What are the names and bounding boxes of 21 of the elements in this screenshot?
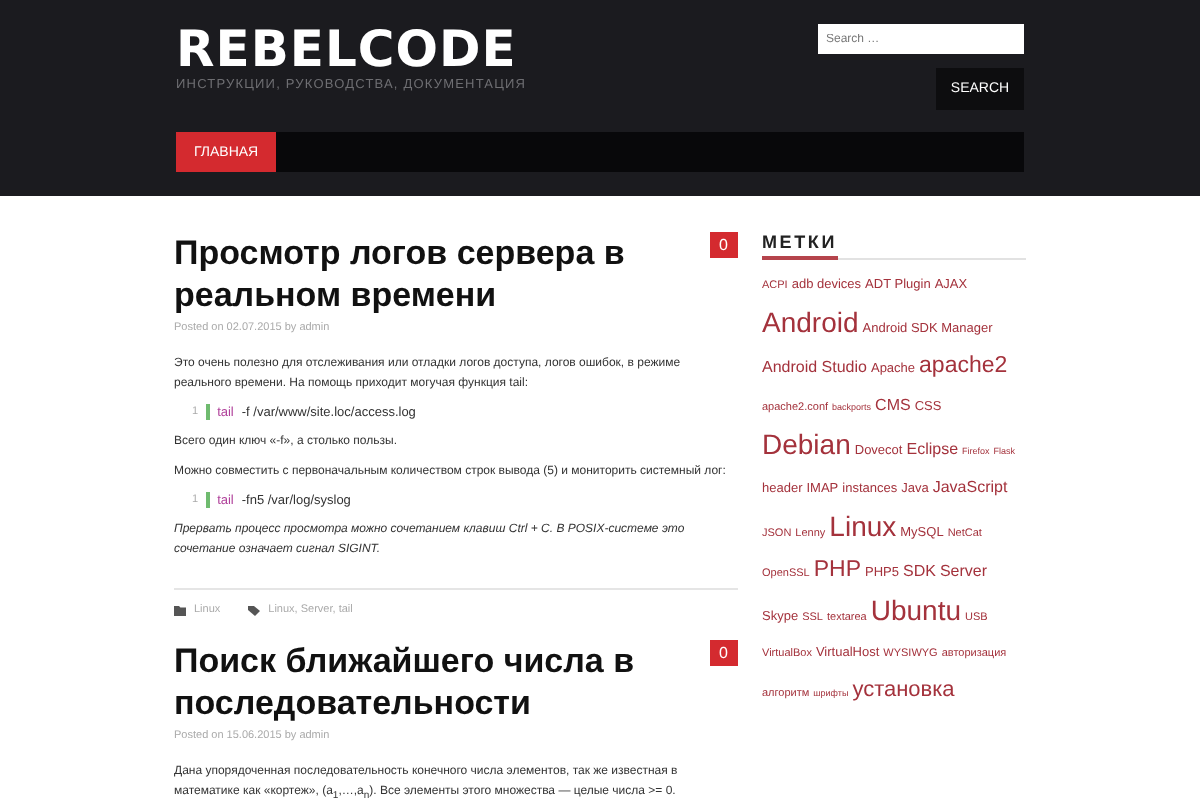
tag-link[interactable]: Debian [762,426,851,462]
comment-count[interactable]: 0 [709,232,738,258]
tag-link[interactable]: Ubuntu [870,592,962,628]
tag-icon [248,605,261,615]
tag-link[interactable]: JavaScript [932,470,1008,506]
tag-link[interactable]: PHP [813,552,862,588]
post-title[interactable]: Просмотр логов сервера в реальном времени [174,232,654,316]
tag-link[interactable]: apache2 [919,348,1008,384]
widget-title: МЕТКИ [762,232,837,252]
site-title[interactable]: REBELCODE [176,24,527,74]
tag-link[interactable]: Eclipse [906,432,959,468]
tag-link[interactable]: Server [939,554,988,590]
comment-count[interactable]: 0 [709,640,738,666]
tag-link[interactable]: Android [762,304,859,340]
post-title[interactable]: Поиск ближайшего числа в последовательности [174,640,654,724]
tag-link[interactable]: CMS [875,388,911,424]
folder-icon [174,605,186,615]
tag-link[interactable]: Linux [829,508,897,544]
tag-link[interactable]: Android Studio [762,350,867,386]
tag-link[interactable]: SDK [903,554,936,590]
tag-link[interactable]: установка [852,672,955,708]
